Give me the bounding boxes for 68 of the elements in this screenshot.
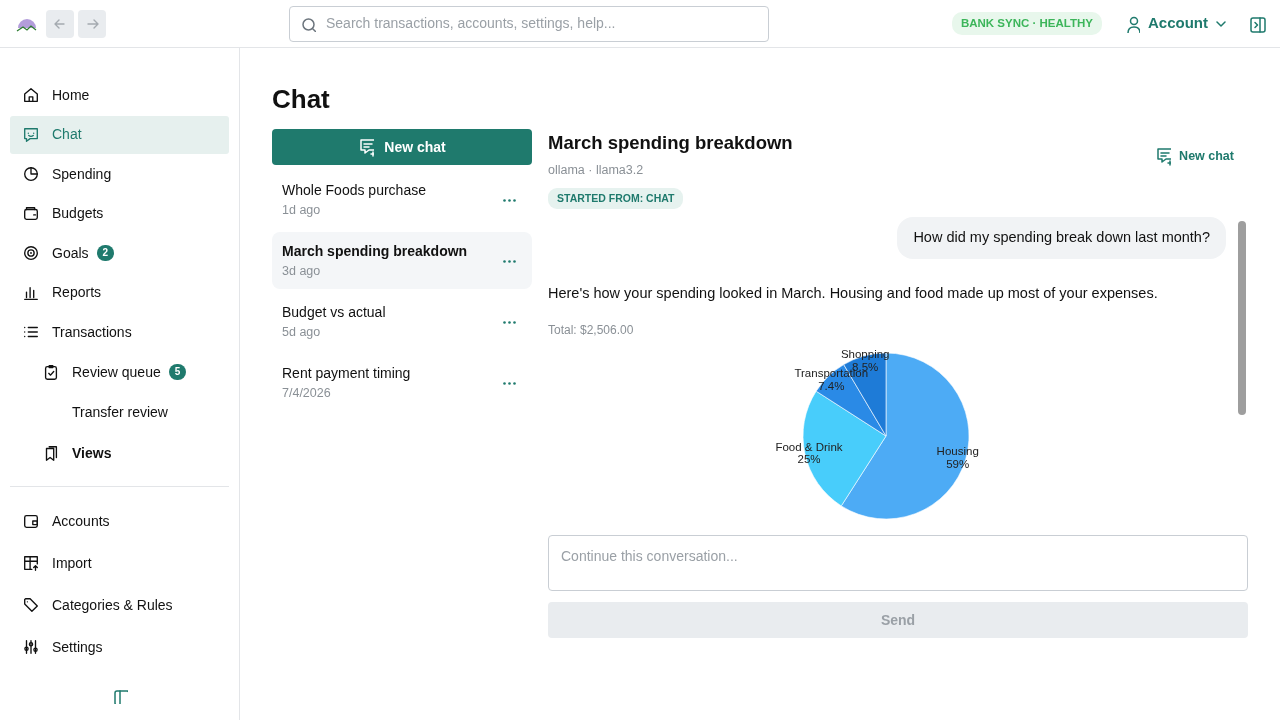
conversation-title: Whole Foods purchase (282, 180, 427, 200)
panel-toggle-icon[interactable] (1248, 14, 1266, 33)
count-badge: 2 (96, 245, 115, 261)
sidebar-toggle-icon[interactable] (111, 688, 128, 704)
tag-icon (22, 596, 40, 615)
chat-title: March spending breakdown (548, 131, 794, 156)
account-menu[interactable]: Account (1118, 11, 1232, 36)
wallet-icon (22, 204, 40, 223)
more-icon (503, 321, 516, 324)
sidebar-label: Goals (52, 243, 89, 263)
new-chat-icon (1155, 146, 1172, 167)
message-input[interactable]: Continue this conversation... (548, 535, 1248, 592)
sidebar-item[interactable]: Home (10, 76, 229, 114)
more-icon (503, 382, 516, 385)
origin-badge: STARTED FROM: CHAT (548, 187, 684, 210)
sidebar-label: Review queue (72, 362, 161, 382)
sidebar-item[interactable]: Categories & Rules (10, 585, 229, 626)
wallet-icon (22, 512, 40, 531)
search-icon (300, 15, 316, 32)
conversation-time: 5d ago (282, 323, 322, 341)
sidebar-item[interactable]: Chat (10, 115, 229, 154)
chat-icon (22, 125, 40, 144)
clipboard-icon (42, 363, 60, 381)
conversation-title: Budget vs actual (282, 302, 387, 322)
sidebar-item[interactable]: Review queue 5 (10, 352, 229, 392)
slice-label: Food & Drink (775, 440, 843, 453)
search-box[interactable]: Search transactions, accounts, settings, help... (289, 5, 769, 42)
status-badge: BANK SYNC · HEALTHY (951, 11, 1102, 36)
new-chat-link[interactable]: New chat (1149, 145, 1240, 168)
chart-total: Total: $2,506.00 (548, 321, 635, 339)
sidebar-item[interactable]: Transfer review (10, 393, 229, 432)
sidebar-item[interactable]: Reports (10, 273, 229, 312)
count-badge: 5 (168, 364, 187, 380)
table-import-icon (22, 554, 40, 573)
conversation-item[interactable]: Budget vs actual 5d ago (272, 293, 532, 351)
sidebar-item[interactable]: Accounts (10, 501, 229, 542)
scrollbar[interactable] (1238, 221, 1246, 416)
new-chat-button[interactable]: New chat (272, 129, 532, 166)
user-message: How did my spending break down last month? (897, 217, 1226, 260)
slice-value: 7.4% (818, 379, 845, 392)
page-title: Chat (272, 84, 331, 116)
sidebar-item[interactable]: Spending (10, 155, 229, 193)
more-icon (503, 199, 516, 202)
caret-icon (1216, 20, 1226, 27)
sidebar-item[interactable]: Goals 2 (10, 234, 229, 272)
conversation-time: 7/4/2026 (282, 384, 332, 402)
conversation-item[interactable]: Whole Foods purchase 1d ago (272, 171, 532, 229)
sidebar-item[interactable]: Transactions (10, 313, 229, 351)
sidebar-item[interactable]: Settings (10, 627, 229, 668)
slice-label: Shopping (840, 347, 890, 360)
conversation-title: March spending breakdown (282, 241, 469, 261)
conversation-item[interactable]: March spending breakdown 3d ago (272, 232, 532, 290)
sidebar-item[interactable]: Views (10, 433, 229, 473)
sliders-icon (22, 638, 40, 657)
model-label: ollama · llama3.2 (548, 161, 645, 179)
conversation-title: Rent payment timing (282, 363, 412, 383)
pie-icon (22, 165, 40, 183)
assistant-message: Here's how your spending looked in March. Housing and food made up most of your expenses. (548, 284, 1159, 304)
home-icon (22, 86, 40, 104)
conversation-item[interactable]: Rent payment timing 7/4/2026 (272, 354, 532, 412)
sidebar-item[interactable]: Import (10, 543, 229, 584)
new-chat-icon (358, 137, 375, 158)
user-icon (1124, 14, 1140, 33)
sidebar-item[interactable]: Budgets (10, 194, 229, 233)
target-icon (22, 244, 40, 262)
conversation-time: 3d ago (282, 262, 322, 280)
more-icon (503, 260, 516, 263)
conversation-time: 1d ago (282, 201, 322, 219)
